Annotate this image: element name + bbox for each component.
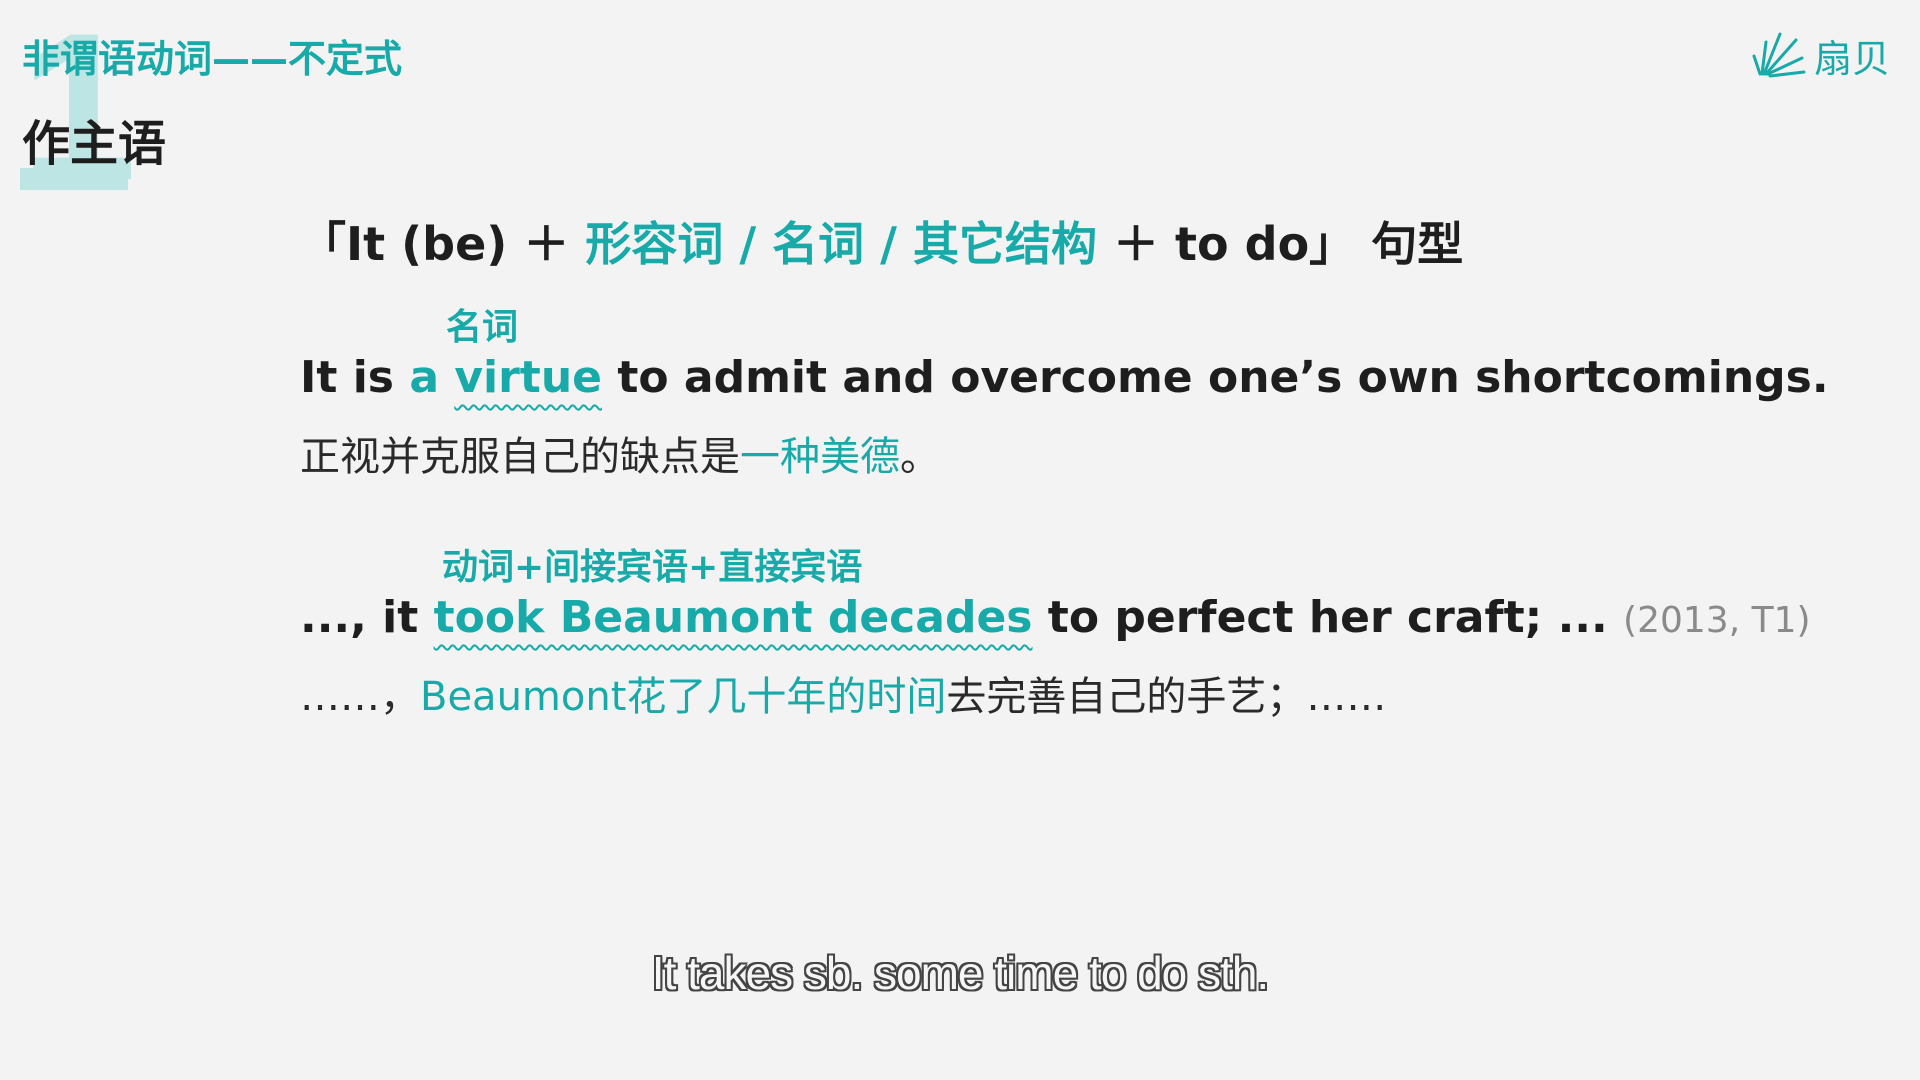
example1-chinese: 正视并克服自己的缺点是一种美德。: [300, 424, 940, 482]
pattern-plus: ＋: [523, 217, 570, 271]
example2-en-before: ..., it: [300, 592, 434, 643]
example2-zh-before: ……，: [300, 674, 420, 720]
sentence-pattern: 「It (be) ＋ 形容词 / 名词 / 其它结构 ＋ to do」 句型: [300, 208, 1463, 274]
section-title: 非谓语动词——不定式: [22, 37, 403, 81]
logo-text: 扇贝: [1814, 37, 1891, 81]
example1-zh-highlight: 一种美德: [740, 434, 900, 480]
video-subtitle: It takes sb. some time to do sth.: [651, 947, 1269, 999]
example1-en-article: a: [409, 352, 455, 403]
logo: 扇贝: [1752, 28, 1890, 83]
subsection-title: 作主语: [22, 116, 167, 172]
example1-en-highlight: virtue: [454, 352, 602, 403]
pattern-tail: to do」: [1175, 217, 1356, 271]
example2-en-after: to perfect her craft; ...: [1032, 592, 1624, 643]
pattern-open: 「It (be): [300, 217, 508, 271]
example2-annotation: 动词+间接宾语+直接宾语: [442, 547, 863, 588]
example2-zh-after: 去完善自己的手艺；……: [946, 674, 1387, 720]
example1-english: It is a virtue to admit and overcome one…: [300, 352, 1829, 403]
example2-en-highlight: took Beaumont decades: [433, 592, 1033, 643]
pattern-plus: ＋: [1113, 217, 1160, 271]
example1-en-before: It is: [300, 352, 410, 403]
example2-chinese: ……，Beaumont花了几十年的时间去完善自己的手艺；……: [300, 664, 1386, 722]
fan-shell-icon: [1752, 32, 1806, 77]
example2-english: ..., it took Beaumont decades to perfect…: [300, 592, 1811, 643]
example1-en-after: to admit and overcome one’s own shortcom…: [602, 352, 1829, 403]
pattern-suffix: 句型: [1371, 217, 1464, 271]
example1-zh-after: 。: [900, 434, 940, 480]
example1-annotation: 名词: [446, 307, 519, 348]
pattern-options: 形容词 / 名词 / 其它结构: [585, 217, 1097, 271]
example2-source: (2013, T1): [1623, 600, 1811, 641]
example1-zh-before: 正视并克服自己的缺点是: [300, 434, 740, 480]
example2-zh-highlight: Beaumont花了几十年的时间: [420, 674, 947, 720]
